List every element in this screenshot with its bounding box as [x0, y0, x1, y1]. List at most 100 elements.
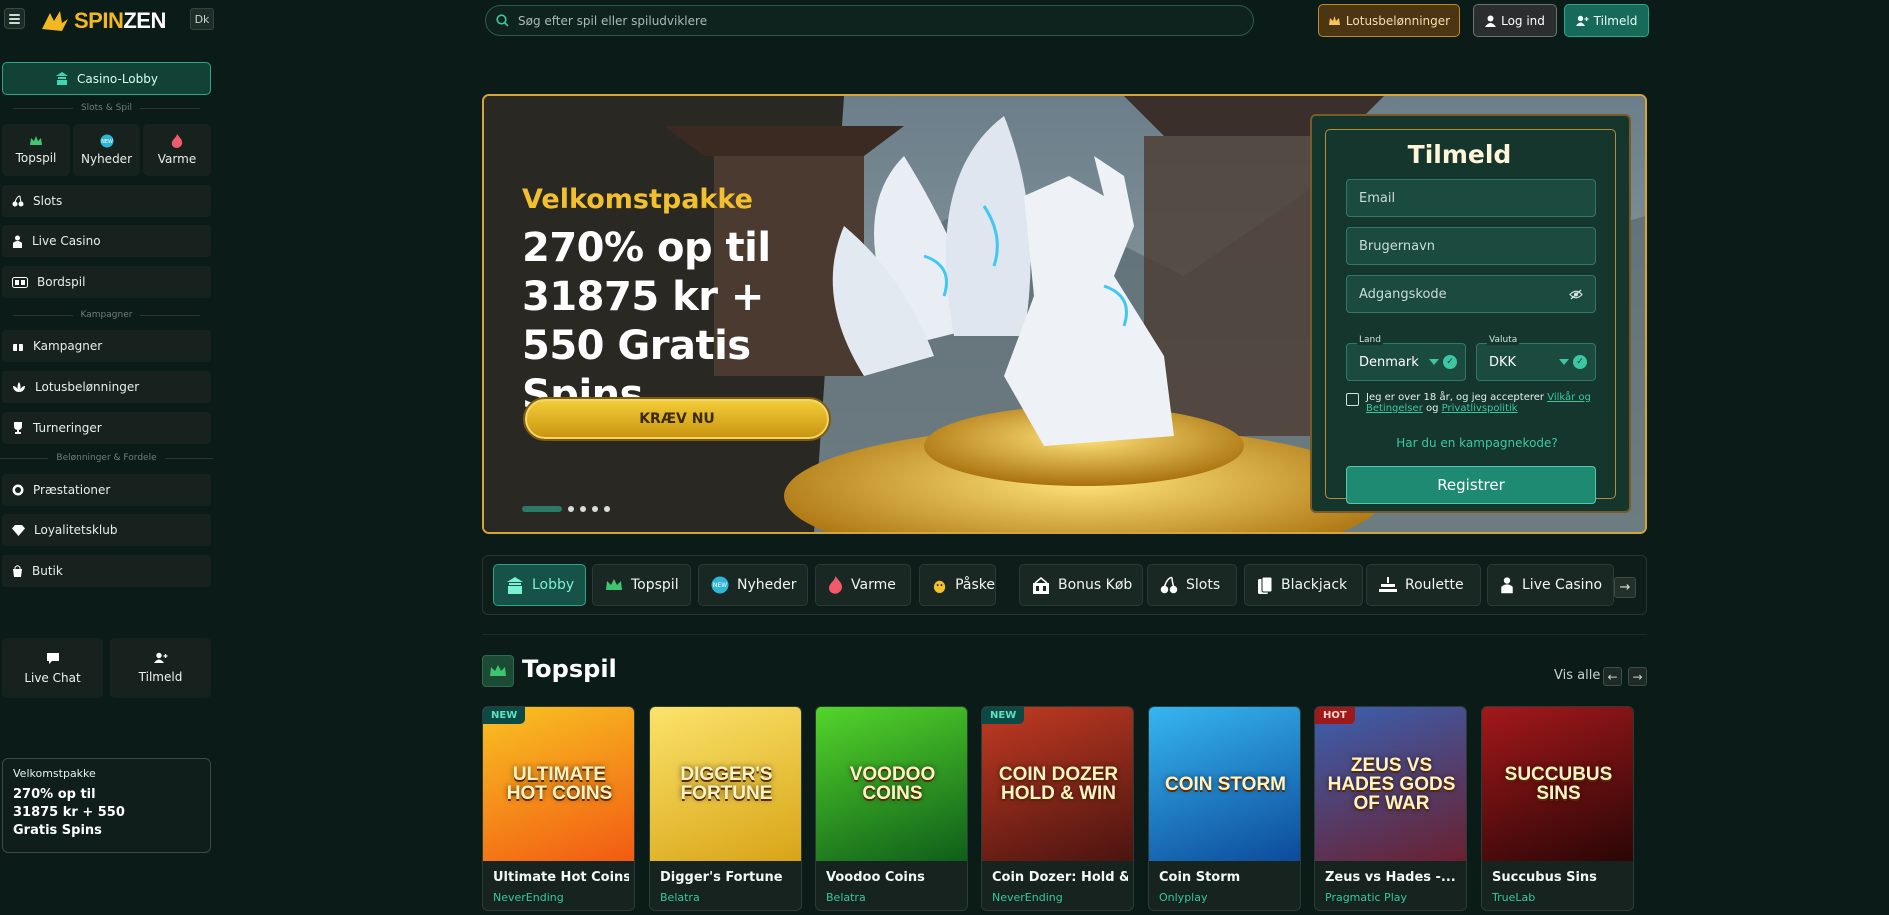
language-selector[interactable]: Dk	[190, 8, 214, 30]
game-card[interactable]: VOODOO COINS Voodoo Coins Belatra	[815, 706, 968, 911]
hero-title: 270% op til 31875 kr + 550 Gratis Spins	[522, 225, 771, 418]
diamond-icon	[12, 524, 25, 536]
tab-topspil[interactable]: Topspil	[592, 564, 691, 606]
sidebar-item-slots[interactable]: Slots	[2, 185, 211, 217]
search-placeholder: Søg efter spil eller spiludviklere	[518, 13, 708, 28]
tab-label: Påske	[955, 577, 995, 593]
check-icon: ✓	[1443, 355, 1457, 369]
sidebar-signup-button[interactable]: Tilmeld	[110, 638, 211, 698]
sidebar-item-praestationer[interactable]: Præstationer	[2, 474, 211, 506]
username-field[interactable]: Brugernavn	[1346, 227, 1596, 265]
spinzen-logo[interactable]: SPINZEN	[40, 8, 166, 34]
section-label-slots: Slots & Spil	[0, 103, 213, 113]
sidebar-tile-varme[interactable]: Varme	[143, 124, 211, 176]
game-art-title: VOODOO COINS	[849, 764, 936, 804]
email-field[interactable]: Email	[1346, 179, 1596, 217]
arrow-left-icon: ←	[1607, 669, 1618, 684]
game-provider: Belatra	[826, 891, 866, 904]
tab-label: Blackjack	[1281, 577, 1348, 593]
terms-consent: Jeg er over 18 år, og jeg accepterer Vil…	[1346, 392, 1596, 414]
tab-label: Lobby	[532, 577, 575, 593]
sidebar-item-kampagner[interactable]: Kampagner	[2, 330, 211, 362]
game-card[interactable]: COIN STORM Coin Storm Onlyplay	[1148, 706, 1301, 911]
currency-select[interactable]: Valuta DKK ✓	[1476, 335, 1596, 381]
hot-badge: HOT	[1315, 707, 1355, 724]
sidebar-item-bordspil[interactable]: Bordspil	[2, 266, 211, 298]
hamburger-menu-button[interactable]	[4, 8, 25, 29]
sidebar-item-live-casino[interactable]: Live Casino	[2, 225, 211, 257]
carousel-next-button[interactable]: →	[1628, 667, 1647, 686]
sidebar-item-label: Bordspil	[37, 275, 86, 289]
login-label: Log ind	[1501, 13, 1545, 28]
tab-slots[interactable]: Slots	[1147, 564, 1237, 606]
country-select[interactable]: Land Denmark ✓	[1346, 335, 1466, 381]
carousel-prev-button[interactable]: ←	[1603, 667, 1622, 686]
tab-nyheder[interactable]: NEW Nyheder	[698, 564, 808, 606]
sidebar-item-label: Lotusbelønninger	[35, 380, 140, 394]
search-bar[interactable]: Søg efter spil eller spiludviklere	[485, 5, 1254, 36]
tabs-scroll-right-button[interactable]: →	[1614, 577, 1636, 598]
sidebar-item-butik[interactable]: Butik	[2, 555, 211, 587]
game-art-title: COIN STORM	[1164, 773, 1287, 795]
category-tabs: Lobby Topspil NEW Nyheder Varme Påske Bo…	[482, 555, 1647, 615]
cards-icon	[1258, 576, 1273, 594]
game-card[interactable]: ULTIMATE HOT COINS NEW Ultimate Hot Coin…	[482, 706, 635, 911]
promo-code-link[interactable]: Har du en kampagnekode?	[1312, 436, 1642, 450]
tab-paaske[interactable]: Påske	[919, 564, 996, 606]
promo-card-title: Velkomstpakke	[13, 767, 96, 780]
game-art-title: ZEUS VS HADES GODS OF WAR	[1327, 754, 1456, 814]
game-name: Ultimate Hot Coins:...	[493, 870, 629, 885]
add-user-icon	[153, 652, 167, 663]
game-card[interactable]: SUCCUBUS SINS Succubus Sins TrueLab	[1481, 706, 1634, 911]
password-field[interactable]: Adgangskode	[1346, 275, 1596, 313]
password-placeholder: Adgangskode	[1359, 286, 1447, 302]
slide-dot[interactable]	[592, 506, 598, 512]
terms-checkbox[interactable]	[1346, 393, 1359, 406]
new-badge: NEW	[982, 707, 1025, 724]
sidebar-item-label: Live Casino	[32, 234, 101, 248]
sidebar-item-lotus[interactable]: Lotusbelønninger	[2, 371, 211, 403]
live-chat-button[interactable]: Live Chat	[2, 638, 103, 698]
slide-dot-active[interactable]	[522, 506, 562, 512]
slide-dot[interactable]	[580, 506, 586, 512]
slide-dot[interactable]	[604, 506, 610, 512]
lotus-rewards-button[interactable]: Lotusbelønninger	[1318, 4, 1460, 37]
pagoda-icon	[56, 72, 68, 85]
crown-icon	[490, 665, 506, 676]
sidebar-item-turneringer[interactable]: Turneringer	[2, 412, 211, 444]
tab-live-casino[interactable]: Live Casino	[1487, 564, 1614, 606]
game-card[interactable]: DIGGER'S FORTUNE Digger's Fortune Belatr…	[649, 706, 802, 911]
tab-blackjack[interactable]: Blackjack	[1244, 564, 1363, 606]
login-button[interactable]: Log ind	[1473, 4, 1557, 37]
sidebar-item-loyalitetsklub[interactable]: Loyalitetsklub	[2, 514, 211, 546]
tab-roulette[interactable]: Roulette	[1366, 564, 1481, 606]
trophy-icon	[14, 422, 22, 434]
sidebar: Casino-Lobby Slots & Spil Topspil NEW Ny…	[0, 40, 213, 915]
signup-button[interactable]: Tilmeld	[1564, 4, 1649, 37]
arrow-right-icon: →	[1619, 580, 1631, 595]
privacy-link[interactable]: Privatlivspolitik	[1442, 403, 1518, 414]
slide-dot[interactable]	[568, 506, 574, 512]
sidebar-tile-nyheder[interactable]: NEW Nyheder	[73, 124, 140, 176]
tab-bonus-koeb[interactable]: Bonus Køb	[1019, 564, 1143, 606]
game-name: Succubus Sins	[1492, 870, 1597, 885]
register-button[interactable]: Registrer	[1346, 466, 1596, 504]
tab-lobby[interactable]: Lobby	[493, 564, 586, 606]
claim-now-button[interactable]: KRÆV NU	[523, 397, 831, 441]
tab-label: Bonus Køb	[1058, 577, 1133, 593]
game-card[interactable]: COIN DOZER HOLD & WIN NEW Coin Dozer: Ho…	[981, 706, 1134, 911]
casino-lobby-button[interactable]: Casino-Lobby	[2, 62, 211, 95]
sidebar-tile-topspil[interactable]: Topspil	[2, 124, 70, 176]
tab-label: Nyheder	[737, 577, 797, 593]
dealer-icon	[1501, 577, 1513, 594]
topspil-section-icon	[482, 655, 514, 687]
game-thumbnail: DIGGER'S FORTUNE	[650, 707, 801, 861]
chevron-down-icon	[1429, 359, 1439, 365]
view-all-link[interactable]: Vis alle	[1554, 668, 1600, 683]
eye-off-icon[interactable]	[1569, 289, 1583, 300]
currency-label: Valuta	[1487, 335, 1520, 345]
game-card[interactable]: ZEUS VS HADES GODS OF WAR HOT Zeus vs Ha…	[1314, 706, 1467, 911]
tab-varme[interactable]: Varme	[815, 564, 911, 606]
crown-icon	[30, 136, 42, 145]
sidebar-promo-card[interactable]: Velkomstpakke 270% op til 31875 kr + 550…	[2, 758, 211, 853]
